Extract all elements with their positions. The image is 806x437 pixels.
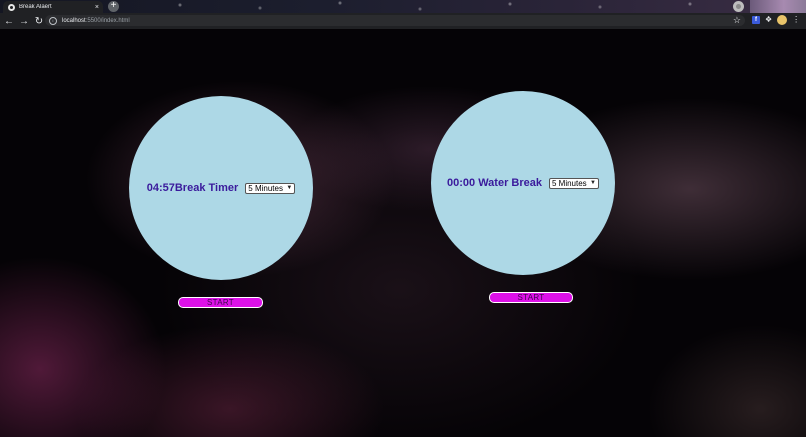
water-break-start-button[interactable]: START xyxy=(489,292,573,303)
break-timer-duration-select[interactable]: 5 Minutes ▼ xyxy=(245,182,296,194)
browser-tab[interactable]: Break Alaert × xyxy=(3,1,103,13)
tab-close-icon[interactable]: × xyxy=(95,4,99,11)
break-timer-select-value: 5 Minutes xyxy=(248,183,283,193)
water-break-circle: 00:00 Water Break 5 Minutes ▼ xyxy=(431,91,615,275)
bookmark-star-icon[interactable]: ☆ xyxy=(733,15,741,26)
back-arrow-icon[interactable]: ← xyxy=(3,15,15,27)
tab-search-icon[interactable] xyxy=(733,1,744,12)
page-content: 04:57Break Timer 5 Minutes ▼ START 00:00… xyxy=(0,29,806,437)
forward-arrow-icon[interactable]: → xyxy=(18,15,30,27)
info-icon[interactable]: i xyxy=(49,16,57,25)
extensions-area: f ❖ ⋮ xyxy=(752,15,800,25)
browser-tab-bar: Break Alaert × + xyxy=(0,0,806,13)
tab-favicon-icon xyxy=(8,3,15,11)
url-text[interactable]: localhost:5500/index.html xyxy=(62,18,130,24)
facebook-extension-icon[interactable]: f xyxy=(752,16,760,24)
chevron-down-icon: ▼ xyxy=(590,180,596,186)
break-timer-display: 04:57Break Timer xyxy=(146,182,239,194)
water-break-duration-select[interactable]: 5 Minutes ▼ xyxy=(548,177,599,189)
profile-avatar[interactable] xyxy=(777,15,788,25)
reload-icon[interactable]: ↻ xyxy=(33,15,45,27)
new-tab-button[interactable]: + xyxy=(108,1,119,12)
browser-toolbar: ← → ↻ i localhost:5500/index.html ☆ f ❖ … xyxy=(0,13,806,29)
puzzle-icon[interactable]: ❖ xyxy=(765,15,772,25)
window-thumbnail xyxy=(750,0,806,13)
water-break-select-value: 5 Minutes xyxy=(551,178,587,188)
chevron-down-icon: ▼ xyxy=(286,185,293,191)
water-break-display: 00:00 Water Break xyxy=(447,177,542,189)
address-bar[interactable]: i localhost:5500/index.html ☆ xyxy=(45,15,745,26)
break-timer-start-button[interactable]: START xyxy=(178,297,263,308)
break-timer-circle: 04:57Break Timer 5 Minutes ▼ xyxy=(129,96,313,280)
tab-title: Break Alaert xyxy=(19,4,52,10)
menu-kebab-icon[interactable]: ⋮ xyxy=(792,15,800,25)
